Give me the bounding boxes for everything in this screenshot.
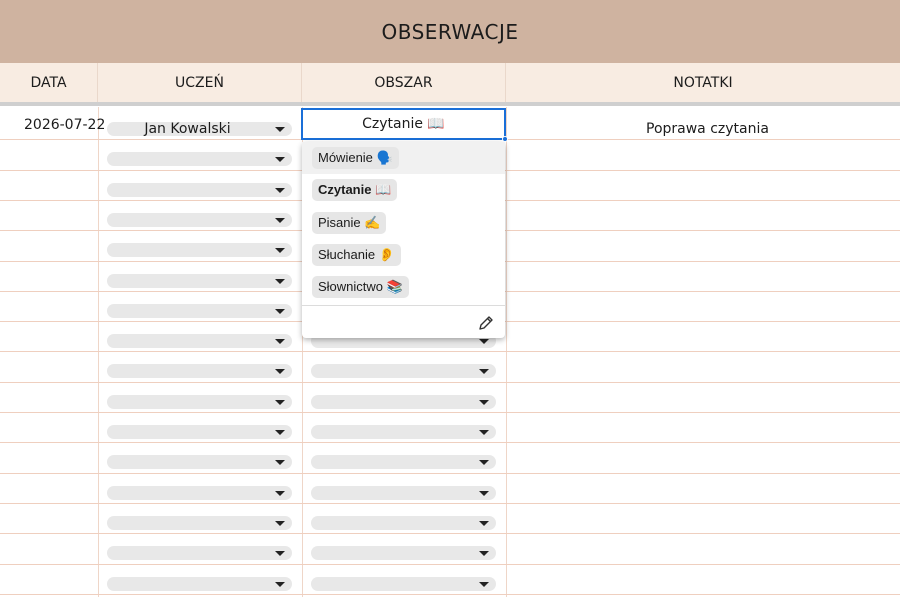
chevron-down-icon (479, 430, 489, 435)
dropdown-chip[interactable] (311, 364, 496, 378)
chevron-down-icon (275, 339, 285, 344)
chevron-down-icon (275, 157, 285, 162)
dropdown-chip[interactable] (311, 516, 496, 530)
chevron-down-icon (275, 248, 285, 253)
dropdown-chip[interactable] (107, 516, 292, 530)
option-chip: Czytanie 📖 (312, 179, 398, 201)
chevron-down-icon (275, 188, 285, 193)
chevron-down-icon (275, 491, 285, 496)
chevron-down-icon (275, 279, 285, 284)
sheet-title-bar: OBSERWACJE (0, 0, 900, 63)
chevron-down-icon (275, 521, 285, 526)
dropdown-chip[interactable] (107, 334, 292, 348)
dropdown-chip[interactable] (311, 455, 496, 469)
dropdown-chip[interactable] (107, 425, 292, 439)
edit-options-button[interactable] (477, 314, 495, 332)
dropdown-option-pisanie[interactable]: Pisanie ✍️ (302, 207, 505, 239)
sheet-title: OBSERWACJE (381, 19, 519, 44)
chevron-down-icon (275, 127, 285, 132)
cell-date[interactable]: 2026-07-22 (24, 117, 105, 133)
active-area-value: Czytanie 📖 (362, 116, 445, 132)
header-row: DATA UCZEŃ OBSZAR NOTATKI (0, 63, 900, 106)
dropdown-chip[interactable] (107, 243, 292, 257)
dropdown-chip[interactable] (107, 455, 292, 469)
dropdown-option-slownictwo[interactable]: Słownictwo 📚 (302, 271, 505, 303)
option-chip: Pisanie ✍️ (312, 212, 387, 234)
option-chip: Słownictwo 📚 (312, 276, 409, 298)
dropdown-chip[interactable] (311, 425, 496, 439)
dropdown-chip[interactable] (107, 486, 292, 500)
chevron-down-icon (275, 309, 285, 314)
chevron-down-icon (479, 400, 489, 405)
chevron-down-icon (479, 521, 489, 526)
chevron-down-icon (479, 339, 489, 344)
dropdown-option-sluchanie[interactable]: Słuchanie 👂 (302, 239, 505, 271)
row-divider (0, 473, 900, 474)
chevron-down-icon (275, 430, 285, 435)
dropdown-option-mowienie[interactable]: Mówienie 🗣️ (302, 142, 505, 174)
dropdown-chip[interactable] (107, 577, 292, 591)
dropdown-chip[interactable] (107, 546, 292, 560)
chevron-down-icon (479, 582, 489, 587)
row-divider (0, 442, 900, 443)
dropdown-chip[interactable] (107, 213, 292, 227)
dropdown-chip-label: Jan Kowalski (144, 121, 231, 137)
chevron-down-icon (275, 582, 285, 587)
chevron-down-icon (275, 551, 285, 556)
row-divider (0, 382, 900, 383)
row-divider (0, 351, 900, 352)
area-dropdown: Mówienie 🗣️ Czytanie 📖 Pisanie ✍️ Słucha… (302, 142, 505, 338)
option-chip: Słuchanie 👂 (312, 244, 401, 266)
header-obszar[interactable]: OBSZAR (302, 63, 506, 102)
dropdown-chip[interactable] (311, 546, 496, 560)
chevron-down-icon (479, 369, 489, 374)
dropdown-chip[interactable] (311, 486, 496, 500)
dropdown-chip[interactable] (107, 183, 292, 197)
dropdown-chip[interactable] (311, 395, 496, 409)
row-divider (0, 594, 900, 595)
dropdown-chip[interactable] (107, 304, 292, 318)
chevron-down-icon (275, 218, 285, 223)
row-divider (0, 564, 900, 565)
dropdown-chip[interactable]: Jan Kowalski (107, 121, 292, 137)
chevron-down-icon (479, 491, 489, 496)
column-divider (506, 107, 507, 597)
chevron-down-icon (275, 400, 285, 405)
option-chip: Mówienie 🗣️ (312, 147, 399, 169)
active-area-cell[interactable]: Czytanie 📖 (301, 108, 508, 142)
chevron-down-icon (479, 551, 489, 556)
chevron-down-icon (275, 460, 285, 465)
header-data[interactable]: DATA (0, 63, 98, 102)
header-notatki[interactable]: NOTATKI (506, 63, 900, 102)
dropdown-chip[interactable] (107, 152, 292, 166)
header-uczen[interactable]: UCZEŃ (98, 63, 302, 102)
dropdown-chip[interactable] (107, 274, 292, 288)
row-divider (0, 412, 900, 413)
dropdown-option-czytanie[interactable]: Czytanie 📖 (302, 174, 505, 206)
column-divider (98, 107, 99, 597)
dropdown-chip[interactable] (107, 364, 292, 378)
row-divider (0, 533, 900, 534)
chevron-down-icon (479, 460, 489, 465)
pencil-icon (479, 316, 493, 330)
dropdown-divider (302, 305, 505, 306)
dropdown-chip[interactable] (311, 577, 496, 591)
chevron-down-icon (275, 369, 285, 374)
row-divider (0, 503, 900, 504)
dropdown-chip[interactable] (107, 395, 292, 409)
cell-notes[interactable]: Poprawa czytania (646, 121, 769, 137)
